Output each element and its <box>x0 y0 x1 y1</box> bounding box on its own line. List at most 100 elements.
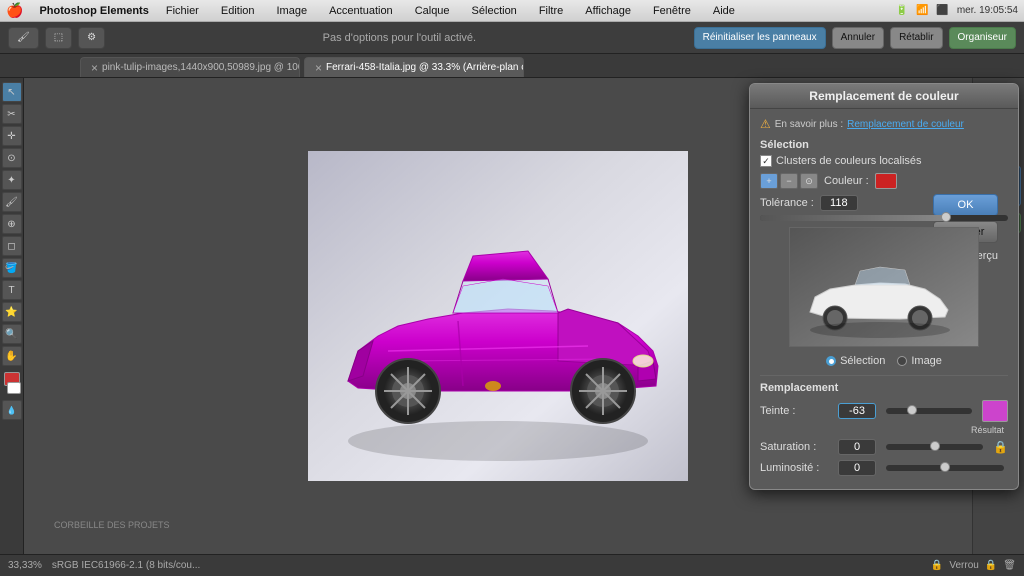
radio-selection-circle[interactable] <box>826 356 836 366</box>
toolbar-right: Réinitialiser les panneaux Annuler Rétab… <box>694 27 1016 49</box>
toolbar-annuler-button[interactable]: Annuler <box>832 27 884 49</box>
tolerance-input[interactable] <box>820 195 858 211</box>
teinte-thumb[interactable] <box>907 405 917 415</box>
menu-aide[interactable]: Aide <box>708 3 740 19</box>
radio-image[interactable]: Image <box>897 355 942 367</box>
tool-zoom[interactable]: 🔍 <box>2 324 22 344</box>
saturation-row: Saturation : 🔒 <box>760 439 1008 455</box>
eyedropper-tool[interactable]: ⊙ <box>800 173 818 189</box>
tool-shape[interactable]: ⭐ <box>2 302 22 322</box>
menu-accentuation[interactable]: Accentuation <box>324 3 398 19</box>
tool-selection[interactable]: ↖ <box>2 82 22 102</box>
menu-right: 🔋 📶 ⬛ mer. 19:05:54 <box>895 5 1018 16</box>
clock: mer. 19:05:54 <box>957 5 1018 16</box>
toolbar-hint: Pas d'options pour l'outil activé. <box>111 32 688 44</box>
tool-fill[interactable]: 🪣 <box>2 258 22 278</box>
radio-selection[interactable]: Sélection <box>826 355 885 367</box>
luminosite-track <box>886 465 1004 471</box>
menu-fichier[interactable]: Fichier <box>161 3 204 19</box>
menu-filtre[interactable]: Filtre <box>534 3 568 19</box>
saturation-input[interactable] <box>838 439 876 455</box>
add-color-tool[interactable]: + <box>760 173 778 189</box>
apple-menu[interactable]: 🍎 <box>6 2 23 19</box>
trash-icon: 🗑 <box>1003 560 1016 571</box>
toolbar-icon-btn3[interactable]: ⚙ <box>78 27 105 49</box>
help-row: ⚠ En savoir plus : Remplacement de coule… <box>760 117 1008 131</box>
remplacement-section: Remplacement Teinte : Résultat Saturatio… <box>760 375 1008 476</box>
main-toolbar: 🖌 ⬚ ⚙ Pas d'options pour l'outil activé.… <box>0 22 1024 54</box>
tab-tulip[interactable]: × pink-tulip-images,1440x900,50989.jpg @… <box>80 57 300 77</box>
tab-ferrari[interactable]: × Ferrari-458-Italia.jpg @ 33.3% (Arrièr… <box>304 57 524 77</box>
color-replace-dialog: Remplacement de couleur ⚠ En savoir plus… <box>749 83 1019 490</box>
main-area: ↖ ✂ ✛ ⊙ ✦ 🖌 ⊕ ◻ 🪣 T ⭐ 🔍 ✋ 💧 <box>0 78 1024 554</box>
tool-dropper[interactable]: 💧 <box>2 400 22 420</box>
tab-close-icon2[interactable]: × <box>315 61 322 75</box>
luminosite-thumb[interactable] <box>940 462 950 472</box>
luminosite-row: Luminosité : <box>760 460 1008 476</box>
clusters-checkbox[interactable]: ✓ <box>760 155 772 167</box>
saturation-label: Saturation : <box>760 441 832 453</box>
menu-image[interactable]: Image <box>272 3 313 19</box>
tool-hand[interactable]: ✋ <box>2 346 22 366</box>
tool-clone[interactable]: ⊕ <box>2 214 22 234</box>
menu-calque[interactable]: Calque <box>410 3 455 19</box>
tolerance-track <box>760 215 1008 221</box>
menu-fenetre[interactable]: Fenêtre <box>648 3 696 19</box>
help-link[interactable]: Remplacement de couleur <box>847 119 964 130</box>
tool-lasso[interactable]: ⊙ <box>2 148 22 168</box>
lock-status-icon: 🔒 <box>931 560 943 571</box>
luminosite-input[interactable] <box>838 460 876 476</box>
reset-panels-button[interactable]: Réinitialiser les panneaux <box>694 27 826 49</box>
car-svg <box>308 151 688 481</box>
clusters-row: ✓ Clusters de couleurs localisés <box>760 155 1008 167</box>
preview-image <box>790 228 978 346</box>
saturation-thumb[interactable] <box>930 441 940 451</box>
status-bar: 33,33% sRGB IEC61966-2.1 (8 bits/cou... … <box>0 554 1024 576</box>
toolbar-icon-btn[interactable]: 🖌 <box>8 27 39 49</box>
color-row: + − ⊙ Couleur : <box>760 173 1008 189</box>
left-toolbar: ↖ ✂ ✛ ⊙ ✦ 🖌 ⊕ ◻ 🪣 T ⭐ 🔍 ✋ 💧 <box>0 78 24 554</box>
clusters-label: Clusters de couleurs localisés <box>776 155 922 167</box>
tool-text[interactable]: T <box>2 280 22 300</box>
tool-eraser[interactable]: ◻ <box>2 236 22 256</box>
lock-status-label: Verrou <box>949 560 978 571</box>
dialog-body: ⚠ En savoir plus : Remplacement de coule… <box>750 109 1018 489</box>
organiseur-button[interactable]: Organiseur <box>949 27 1016 49</box>
resultat-label: Résultat <box>760 425 1008 435</box>
tolerance-thumb[interactable] <box>941 212 951 222</box>
selection-label: Sélection <box>760 139 1008 151</box>
selection-section: Sélection OK Annuler ✓ Aperçu ✓ Clusters… <box>760 139 1008 367</box>
radio-image-circle[interactable] <box>897 356 907 366</box>
help-icon: ⚠ <box>760 117 771 131</box>
tab-bar: × pink-tulip-images,1440x900,50989.jpg @… <box>0 54 1024 78</box>
couleur-label: Couleur : <box>824 175 869 187</box>
color-profile: sRGB IEC61966-2.1 (8 bits/cou... <box>52 560 200 571</box>
resultat-swatch[interactable] <box>982 400 1008 422</box>
toolbar-icon-btn2[interactable]: ⬚ <box>45 27 72 49</box>
tool-bg-color[interactable] <box>7 382 21 394</box>
lock-icon: 🔒 <box>993 440 1008 454</box>
couleur-swatch[interactable] <box>875 173 897 189</box>
lock-icon2: 🔒 <box>985 560 997 571</box>
ferrari-image <box>308 151 688 481</box>
tool-magic[interactable]: ✦ <box>2 170 22 190</box>
menu-bar: 🍎 Photoshop Elements Fichier Edition Ima… <box>0 0 1024 22</box>
menu-affichage[interactable]: Affichage <box>580 3 636 19</box>
menu-edition[interactable]: Edition <box>216 3 260 19</box>
tolerance-fill <box>760 215 946 221</box>
teinte-input[interactable] <box>838 403 876 419</box>
remove-color-tool[interactable]: − <box>780 173 798 189</box>
divider <box>760 375 1008 376</box>
teinte-row: Teinte : <box>760 400 1008 422</box>
tool-icons-group: + − ⊙ <box>760 173 818 189</box>
tab-close-icon[interactable]: × <box>91 61 98 75</box>
toolbar-retab-button[interactable]: Rétablir <box>890 27 942 49</box>
radio-image-label: Image <box>911 355 942 367</box>
tool-crop[interactable]: ✂ <box>2 104 22 124</box>
tool-move[interactable]: ✛ <box>2 126 22 146</box>
teinte-label: Teinte : <box>760 405 832 417</box>
tool-brush[interactable]: 🖌 <box>2 192 22 212</box>
statusbar-right: 🔒 Verrou 🔒 🗑 <box>931 560 1016 571</box>
menu-selection[interactable]: Sélection <box>467 3 522 19</box>
wifi-icon: 📶 <box>916 5 928 16</box>
